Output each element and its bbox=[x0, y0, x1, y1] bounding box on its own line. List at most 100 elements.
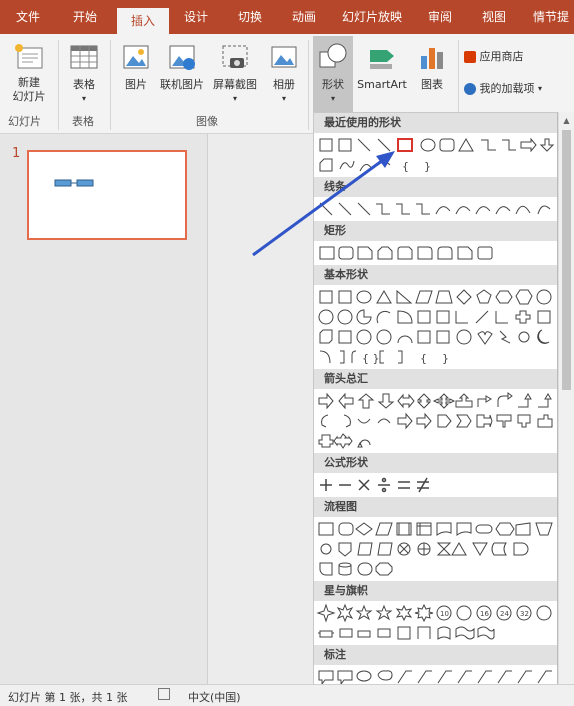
language-indicator[interactable]: 中文(中国) bbox=[188, 689, 241, 705]
online-picture-button[interactable]: 联机图片 bbox=[156, 42, 208, 92]
new-slide-label-1: 新建 bbox=[18, 76, 40, 89]
my-addins-label: 我的加载项 bbox=[479, 82, 535, 95]
status-bar: 幻灯片 第 1 张，共 1 张 中文(中国) bbox=[0, 684, 574, 706]
ribbon-divider bbox=[308, 40, 309, 130]
smartart-icon bbox=[367, 42, 397, 72]
shapes-gallery: 最近使用的形状 {} 线条 矩形 基本形状 { }{} 箭头总汇 公式形状 流程… bbox=[313, 112, 558, 706]
chevron-down-icon: ▾ bbox=[232, 94, 237, 103]
ribbon-tab-bar: 文件 开始 插入 设计 切换 动画 幻灯片放映 审阅 视图 情节提 bbox=[0, 0, 574, 34]
slide-number: 1 bbox=[12, 146, 21, 161]
smartart-label: SmartArt bbox=[357, 78, 407, 91]
screenshot-icon bbox=[220, 42, 250, 72]
smartart-button[interactable]: SmartArt bbox=[356, 42, 408, 92]
chart-label: 图表 bbox=[421, 78, 443, 91]
arrows-row-2[interactable] bbox=[316, 411, 556, 431]
online-picture-icon bbox=[167, 42, 197, 72]
slide-thumbnail-pane[interactable]: 1 bbox=[0, 134, 208, 684]
section-callouts: 标注 bbox=[314, 645, 557, 665]
album-button[interactable]: 相册 ▾ bbox=[264, 42, 304, 106]
ribbon-divider bbox=[110, 40, 111, 130]
tab-transitions[interactable]: 切换 bbox=[224, 0, 276, 34]
chevron-down-icon: ▾ bbox=[81, 94, 86, 103]
svg-text:{: { bbox=[420, 352, 427, 365]
picture-icon bbox=[121, 42, 151, 72]
tab-slideshow[interactable]: 幻灯片放映 bbox=[334, 0, 410, 34]
svg-text:{ }: { } bbox=[362, 352, 380, 365]
basic-row-1[interactable] bbox=[316, 287, 556, 307]
chevron-down-icon: ▾ bbox=[281, 94, 286, 103]
flowchart-row-1[interactable] bbox=[316, 519, 556, 539]
svg-text:24: 24 bbox=[500, 610, 509, 618]
addins-icon bbox=[464, 83, 476, 95]
shapes-label: 形状 bbox=[322, 78, 344, 91]
group-label-table: 表格 bbox=[72, 115, 94, 128]
section-stars-banners: 星与旗帜 bbox=[314, 581, 557, 601]
arrows-row-3[interactable] bbox=[316, 431, 556, 451]
section-flowchart: 流程图 bbox=[314, 497, 557, 517]
basic-row-4[interactable]: { } {} bbox=[316, 347, 556, 367]
new-slide-icon bbox=[13, 42, 45, 72]
tab-view[interactable]: 视图 bbox=[468, 0, 520, 34]
store-icon bbox=[464, 51, 476, 63]
tab-design[interactable]: 设计 bbox=[170, 0, 222, 34]
group-label-slides: 幻灯片 bbox=[8, 115, 41, 128]
slide-thumbnail[interactable] bbox=[27, 150, 187, 240]
chart-button[interactable]: 图表 bbox=[412, 42, 452, 92]
svg-text:10: 10 bbox=[440, 610, 449, 618]
svg-text:16: 16 bbox=[480, 610, 489, 618]
scroll-up-icon[interactable]: ▲ bbox=[559, 116, 574, 125]
section-equation-shapes: 公式形状 bbox=[314, 453, 557, 473]
table-icon bbox=[69, 42, 99, 72]
section-lines: 线条 bbox=[314, 177, 557, 197]
album-icon bbox=[269, 42, 299, 72]
stars-row-1[interactable]: 10 16 24 32 bbox=[316, 603, 556, 623]
tab-file[interactable]: 文件 bbox=[0, 0, 56, 34]
flowchart-row-3[interactable] bbox=[316, 559, 556, 579]
equation-row[interactable] bbox=[316, 475, 556, 495]
recent-row-1[interactable] bbox=[316, 135, 556, 155]
picture-button[interactable]: 图片 bbox=[116, 42, 156, 92]
scroll-thumb[interactable] bbox=[562, 130, 571, 390]
basic-row-2[interactable] bbox=[316, 307, 556, 327]
tab-home[interactable]: 开始 bbox=[60, 0, 110, 34]
lines-row[interactable] bbox=[316, 199, 556, 219]
thumbnail-shape bbox=[54, 179, 94, 187]
new-slide-label-2: 幻灯片 bbox=[12, 90, 46, 103]
section-rectangles: 矩形 bbox=[314, 221, 557, 241]
svg-text:32: 32 bbox=[520, 610, 529, 618]
new-slide-button[interactable]: 新建 幻灯片 bbox=[4, 42, 54, 104]
rectangles-row[interactable] bbox=[316, 243, 556, 263]
shapes-icon bbox=[318, 42, 348, 72]
my-addins-button[interactable]: 我的加载项 ▾ bbox=[464, 82, 572, 96]
screenshot-label: 屏幕截图 bbox=[213, 78, 257, 91]
store-button[interactable]: 应用商店 bbox=[464, 50, 564, 64]
slide-info: 幻灯片 第 1 张，共 1 张 bbox=[8, 691, 128, 704]
section-basic-shapes: 基本形状 bbox=[314, 265, 557, 285]
svg-text:}: } bbox=[424, 160, 431, 173]
section-recent: 最近使用的形状 bbox=[314, 113, 557, 133]
store-label: 应用商店 bbox=[479, 50, 524, 63]
basic-row-3[interactable] bbox=[316, 327, 556, 347]
recent-row-2[interactable]: {} bbox=[316, 155, 556, 175]
table-button[interactable]: 表格 ▾ bbox=[64, 42, 104, 106]
gallery-scrollbar[interactable]: ▲ ▼ bbox=[558, 112, 574, 706]
tab-storyboard[interactable]: 情节提 bbox=[522, 0, 574, 34]
picture-label: 图片 bbox=[125, 78, 147, 91]
group-label-images: 图像 bbox=[196, 115, 218, 128]
svg-text:{: { bbox=[402, 160, 409, 173]
arrows-row-1[interactable] bbox=[316, 391, 556, 411]
ribbon-divider bbox=[58, 40, 59, 130]
tab-insert[interactable]: 插入 bbox=[117, 8, 169, 34]
stars-row-2[interactable] bbox=[316, 623, 556, 643]
online-picture-label: 联机图片 bbox=[160, 78, 204, 91]
tab-review[interactable]: 审阅 bbox=[414, 0, 466, 34]
screenshot-button[interactable]: 屏幕截图 ▾ bbox=[208, 42, 262, 106]
spellcheck-icon[interactable] bbox=[158, 688, 170, 700]
chart-icon bbox=[417, 42, 447, 72]
svg-text:}: } bbox=[442, 352, 449, 365]
chevron-down-icon: ▾ bbox=[538, 84, 543, 93]
tab-animations[interactable]: 动画 bbox=[278, 0, 330, 34]
flowchart-row-2[interactable] bbox=[316, 539, 556, 559]
section-block-arrows: 箭头总汇 bbox=[314, 369, 557, 389]
shapes-button[interactable]: 形状 ▾ bbox=[313, 36, 353, 112]
